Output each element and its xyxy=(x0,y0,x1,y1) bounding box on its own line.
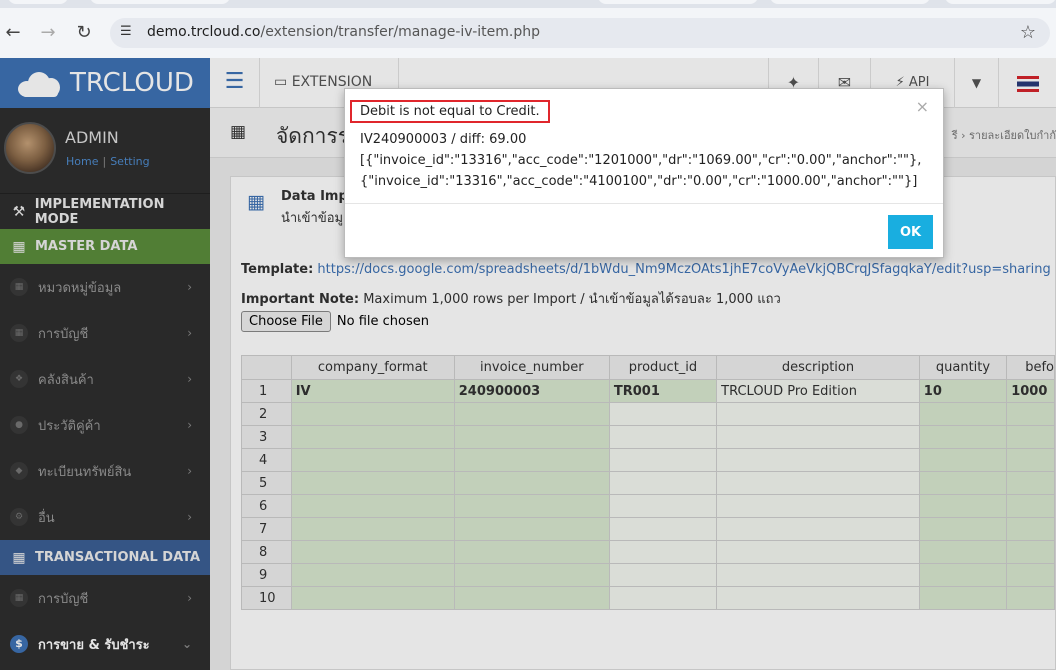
diff-line: IV240900003 / diff: 69.00 xyxy=(360,132,527,147)
browser-tab[interactable] xyxy=(770,0,930,4)
close-icon[interactable]: × xyxy=(916,97,929,116)
browser-tab[interactable] xyxy=(598,0,758,4)
browser-tab[interactable] xyxy=(945,0,1056,4)
entries-line: [{"invoice_id":"13316","acc_code":"12010… xyxy=(360,153,922,168)
url-path: /extension/transfer/manage-iv-item.php xyxy=(260,24,540,40)
dialog-footer: OK xyxy=(345,203,943,259)
reload-icon[interactable]: ↻ xyxy=(73,22,95,44)
back-arrow-icon[interactable]: ← xyxy=(2,22,24,44)
ok-button[interactable]: OK xyxy=(888,215,933,249)
browser-tab[interactable] xyxy=(8,0,68,4)
browser-tab[interactable] xyxy=(90,0,230,4)
error-message: Debit is not equal to Credit. xyxy=(350,100,550,123)
entries-line: {"invoice_id":"13316","acc_code":"410010… xyxy=(360,174,918,189)
url-host: demo.trcloud.co xyxy=(147,24,261,40)
browser-address-bar: ← → ↻ ☰ demo.trcloud.co/extension/transf… xyxy=(0,8,1056,58)
error-dialog: × Debit is not equal to Credit. IV240900… xyxy=(344,88,944,258)
forward-arrow-icon[interactable]: → xyxy=(37,22,59,44)
bookmark-star-icon[interactable]: ☆ xyxy=(1020,22,1036,43)
browser-tab-strip xyxy=(0,0,1056,8)
site-info-icon[interactable]: ☰ xyxy=(120,24,136,40)
url-field[interactable]: ☰ demo.trcloud.co/extension/transfer/man… xyxy=(110,18,1050,48)
dialog-body: IV240900003 / diff: 69.00 [{"invoice_id"… xyxy=(360,129,921,192)
